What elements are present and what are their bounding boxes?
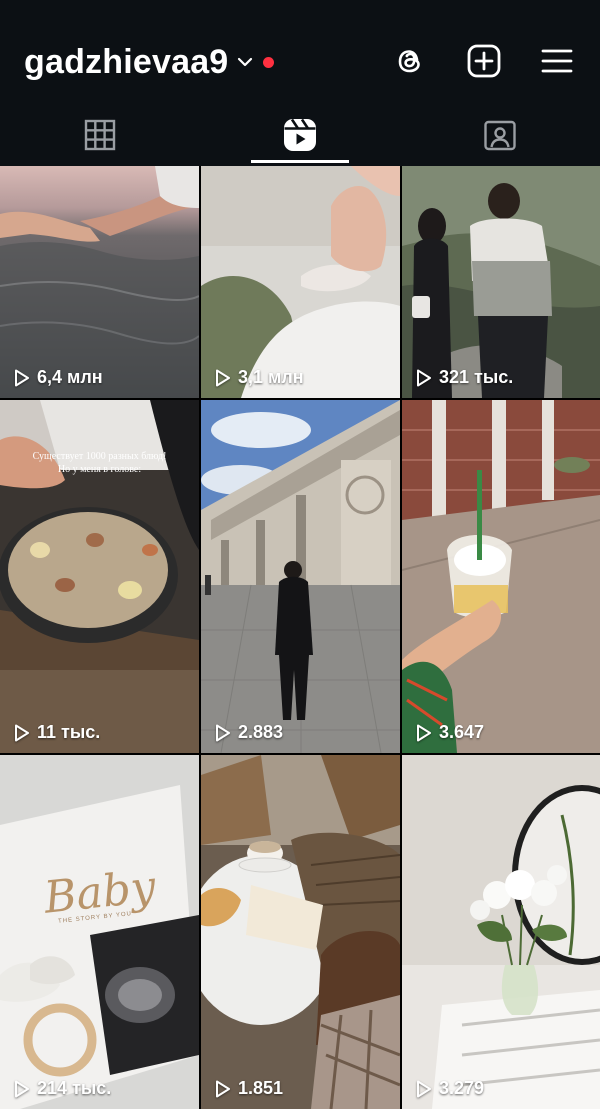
play-icon <box>15 724 29 741</box>
menu-icon <box>541 49 573 73</box>
tab-grid[interactable] <box>0 104 200 166</box>
view-count: 321 тыс. <box>416 367 513 388</box>
play-icon <box>216 1080 230 1097</box>
reel-thumbnail <box>201 166 400 398</box>
active-tab-indicator <box>251 160 349 163</box>
notification-dot <box>263 56 275 68</box>
reel-thumbnail <box>402 166 600 398</box>
play-icon <box>216 724 230 741</box>
view-count: 3.279 <box>416 1078 484 1099</box>
reel-tile[interactable]: 3.647 <box>402 400 600 753</box>
reel-thumbnail <box>402 400 600 753</box>
view-count: 3.647 <box>416 722 484 743</box>
threads-icon <box>398 50 420 73</box>
tab-reels[interactable] <box>200 104 400 166</box>
view-count: 3,1 млн <box>215 367 304 388</box>
reel-thumbnail <box>0 166 199 398</box>
tagged-person-icon <box>484 120 516 151</box>
menu-button[interactable] <box>536 40 578 82</box>
reel-thumbnail <box>402 755 600 1109</box>
play-icon <box>417 724 431 741</box>
chevron-down-icon <box>238 57 253 67</box>
tab-tagged[interactable] <box>400 104 600 166</box>
view-count: 2.883 <box>215 722 283 743</box>
play-icon <box>15 369 29 386</box>
reel-tile[interactable]: 2.883 <box>201 400 400 753</box>
reel-thumbnail <box>201 755 400 1109</box>
reel-caption: Существует 1000 разных блюд! Но у меня в… <box>32 451 167 475</box>
play-icon <box>216 369 230 386</box>
threads-button[interactable] <box>389 40 431 82</box>
grid-icon <box>84 119 116 151</box>
reel-tile[interactable]: 3.279 <box>402 755 600 1109</box>
play-icon <box>417 1080 431 1097</box>
create-button[interactable] <box>463 40 505 82</box>
view-count: 214 тыс. <box>14 1078 111 1099</box>
reel-thumbnail <box>201 400 400 753</box>
view-count: 11 тыс. <box>14 722 100 743</box>
reel-thumbnail <box>0 755 199 1109</box>
username: gadzhievaa9 <box>24 42 229 81</box>
play-icon <box>417 369 431 386</box>
profile-tabs <box>0 104 600 166</box>
reel-tile[interactable]: 321 тыс. <box>402 166 600 398</box>
reel-tile[interactable]: Существует 1000 разных блюд! Но у меня в… <box>0 400 199 753</box>
reels-icon <box>284 118 316 151</box>
reel-tile[interactable]: Baby THE STORY BY YOU 214 тыс. <box>0 755 199 1109</box>
reel-tile[interactable]: 1.851 <box>201 755 400 1109</box>
account-switcher[interactable]: gadzhievaa9 <box>24 40 275 84</box>
reel-tile[interactable]: 3,1 млн <box>201 166 400 398</box>
create-plus-icon <box>467 44 501 78</box>
reels-grid: 6,4 млн 3,1 млн 321 тыс. Существует 1000… <box>0 166 600 1109</box>
play-icon <box>15 1080 29 1097</box>
reel-tile[interactable]: 6,4 млн <box>0 166 199 398</box>
view-count: 1.851 <box>215 1078 283 1099</box>
profile-header: gadzhievaa9 <box>0 0 600 118</box>
view-count: 6,4 млн <box>14 367 103 388</box>
